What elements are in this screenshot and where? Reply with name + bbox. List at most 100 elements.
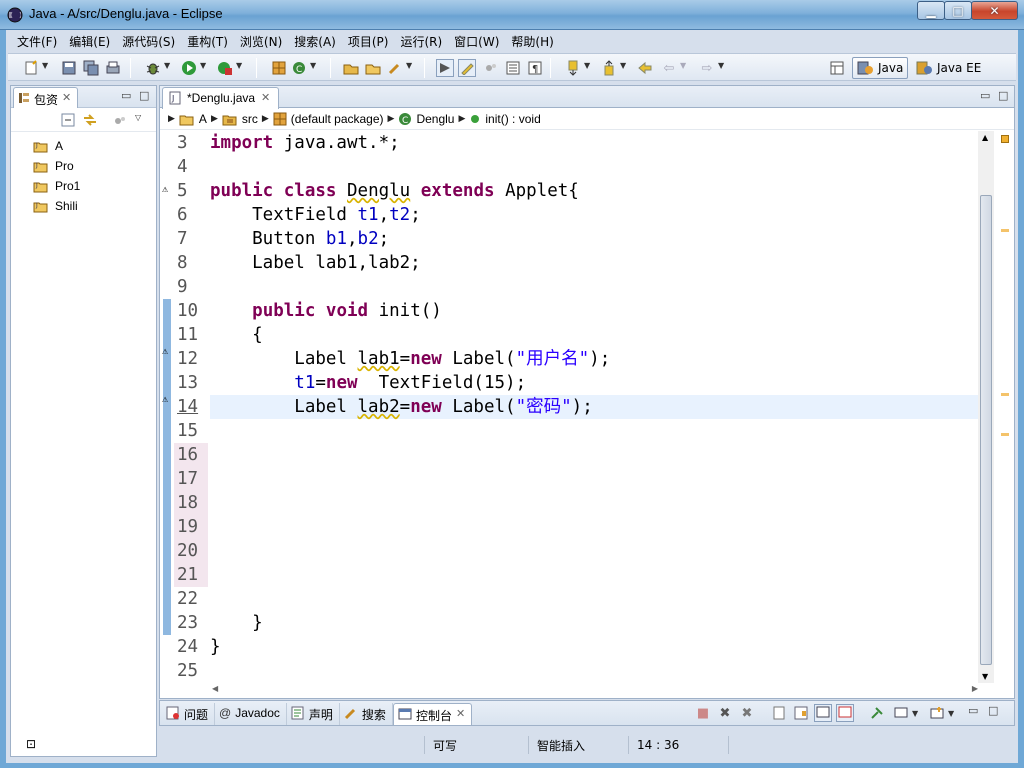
code-line[interactable]	[210, 155, 980, 179]
code-line[interactable]	[210, 515, 980, 539]
debug-dropdown-icon[interactable]: ▼	[164, 61, 170, 70]
back-icon[interactable]: ⇦	[660, 59, 678, 77]
mark-occurrences-icon[interactable]	[458, 59, 476, 77]
run-icon[interactable]	[180, 59, 198, 77]
maximize-button[interactable]: □	[944, 1, 972, 20]
scroll-up-icon[interactable]: ▲	[982, 133, 988, 142]
editor-horizontal-scrollbar[interactable]: ◀ ▶	[210, 683, 980, 697]
forward-icon[interactable]: ⇨	[698, 59, 716, 77]
minimize-view-icon[interactable]: ▭	[121, 89, 131, 102]
new-dropdown-icon[interactable]: ▼	[42, 61, 48, 70]
breadcrumb-package[interactable]: (default package)	[273, 112, 384, 126]
code-line[interactable]: Button b1,b2;	[210, 227, 980, 251]
menu-source[interactable]: 源代码(S)	[116, 30, 181, 50]
tree-item-project-shili[interactable]: J Shili	[11, 196, 156, 216]
breadcrumb-src[interactable]: src	[222, 112, 258, 126]
code-line[interactable]	[210, 563, 980, 587]
minimize-button[interactable]: ▁	[917, 1, 945, 20]
close-tab-icon[interactable]: ✕	[62, 91, 71, 104]
menu-refactor[interactable]: 重构(T)	[181, 30, 234, 50]
warning-overview-marker[interactable]	[1001, 393, 1009, 396]
code-line[interactable]: }	[210, 635, 980, 659]
maximize-view-icon[interactable]: □	[139, 89, 149, 102]
forward-dropdown-icon[interactable]: ▼	[718, 61, 724, 70]
tree-item-project-a[interactable]: J A	[11, 136, 156, 156]
scroll-lock-icon[interactable]	[792, 704, 810, 722]
new-class-dropdown-icon[interactable]: ▼	[310, 61, 316, 70]
view-menu-filter-icon[interactable]	[111, 111, 129, 129]
link-with-editor-icon[interactable]	[81, 111, 99, 129]
back-dropdown-icon[interactable]: ▼	[680, 61, 686, 70]
show-on-stdout-icon[interactable]	[814, 704, 832, 722]
code-line[interactable]: {	[210, 323, 980, 347]
maximize-editor-icon[interactable]: □	[998, 89, 1008, 102]
tab-problems[interactable]: 问题	[162, 703, 216, 725]
clear-console-icon[interactable]	[770, 704, 788, 722]
code-line[interactable]: }	[210, 611, 980, 635]
javaee-perspective-button[interactable]: Java EE	[912, 57, 985, 79]
fast-view-icon[interactable]: ⊡	[22, 735, 40, 753]
save-all-icon[interactable]	[82, 59, 100, 77]
scrollbar-thumb[interactable]	[980, 195, 992, 665]
minimize-editor-icon[interactable]: ▭	[980, 89, 990, 102]
code-line[interactable]: import java.awt.*;	[210, 131, 980, 155]
new-class-icon[interactable]: C	[290, 59, 308, 77]
code-line[interactable]	[210, 467, 980, 491]
menu-edit[interactable]: 编辑(E)	[63, 30, 116, 50]
code-line[interactable]	[210, 587, 980, 611]
search-dropdown-icon[interactable]: ▼	[406, 61, 412, 70]
code-line[interactable]: t1=new TextField(15);	[210, 371, 980, 395]
open-console-dropdown-icon[interactable]: ▼	[948, 709, 954, 718]
warning-overview-marker[interactable]	[1001, 433, 1009, 436]
open-type-icon[interactable]	[342, 59, 360, 77]
code-line[interactable]	[210, 659, 980, 683]
code-line[interactable]	[210, 491, 980, 515]
menu-navigate[interactable]: 浏览(N)	[234, 30, 288, 50]
block-selection-icon[interactable]	[482, 59, 500, 77]
tab-console[interactable]: 控制台 ✕	[392, 703, 473, 725]
editor-tab-denglu[interactable]: J *Denglu.java ✕	[162, 87, 280, 109]
next-annotation-icon[interactable]	[564, 59, 582, 77]
last-edit-icon[interactable]	[636, 59, 654, 77]
open-console-icon[interactable]	[928, 704, 946, 722]
warning-summary-icon[interactable]	[1001, 135, 1009, 143]
tree-item-project-pro[interactable]: J Pro	[11, 156, 156, 176]
code-line[interactable]	[210, 443, 980, 467]
scroll-down-icon[interactable]: ▼	[982, 672, 988, 681]
display-console-dropdown-icon[interactable]: ▼	[912, 709, 918, 718]
tab-search[interactable]: 搜索	[340, 703, 393, 725]
show-on-stderr-icon[interactable]	[836, 704, 854, 722]
code-line[interactable]	[210, 275, 980, 299]
editor-vertical-scrollbar[interactable]: ▲ ▼	[978, 131, 994, 683]
package-explorer-tab[interactable]: 包资 ✕	[13, 87, 79, 108]
external-tools-dropdown-icon[interactable]: ▼	[236, 61, 242, 70]
remove-launch-icon[interactable]: ✖	[716, 704, 734, 722]
code-area[interactable]: ⚠ ⚠ ⚠ 3 4 5 6 7 8 9 10 11 12 13 14 15 16	[160, 131, 980, 683]
scroll-left-icon[interactable]: ◀	[212, 684, 218, 693]
code-line[interactable]: Label lab1=new Label("用户名");	[210, 347, 980, 371]
display-console-icon[interactable]	[892, 704, 910, 722]
breadcrumb-project[interactable]: A	[179, 112, 207, 126]
tab-declaration[interactable]: 声明	[287, 703, 340, 725]
paragraph-icon[interactable]: ¶	[526, 59, 544, 77]
new-icon[interactable]	[22, 59, 40, 77]
tree-item-project-pro1[interactable]: J Pro1	[11, 176, 156, 196]
code-line[interactable]	[210, 539, 980, 563]
next-annotation-dropdown-icon[interactable]: ▼	[584, 61, 590, 70]
minimize-view-icon[interactable]: ▭	[968, 704, 978, 717]
code-line[interactable]: Label lab1,lab2;	[210, 251, 980, 275]
menu-search[interactable]: 搜索(A)	[288, 30, 342, 50]
menu-window[interactable]: 窗口(W)	[448, 30, 505, 50]
menu-file[interactable]: 文件(F)	[11, 30, 63, 50]
code-line[interactable]: public void init()	[210, 299, 980, 323]
menu-project[interactable]: 项目(P)	[342, 30, 395, 50]
close-editor-tab-icon[interactable]: ✕	[261, 91, 270, 109]
remove-all-launches-icon[interactable]: ✖	[738, 704, 756, 722]
previous-annotation-icon[interactable]	[600, 59, 618, 77]
open-perspective-icon[interactable]	[828, 59, 846, 77]
code-line[interactable]: TextField t1,t2;	[210, 203, 980, 227]
open-resource-icon[interactable]	[364, 59, 382, 77]
menu-help[interactable]: 帮助(H)	[505, 30, 559, 50]
debug-icon[interactable]	[144, 59, 162, 77]
toggle-breadcrumb-icon[interactable]	[436, 59, 454, 77]
